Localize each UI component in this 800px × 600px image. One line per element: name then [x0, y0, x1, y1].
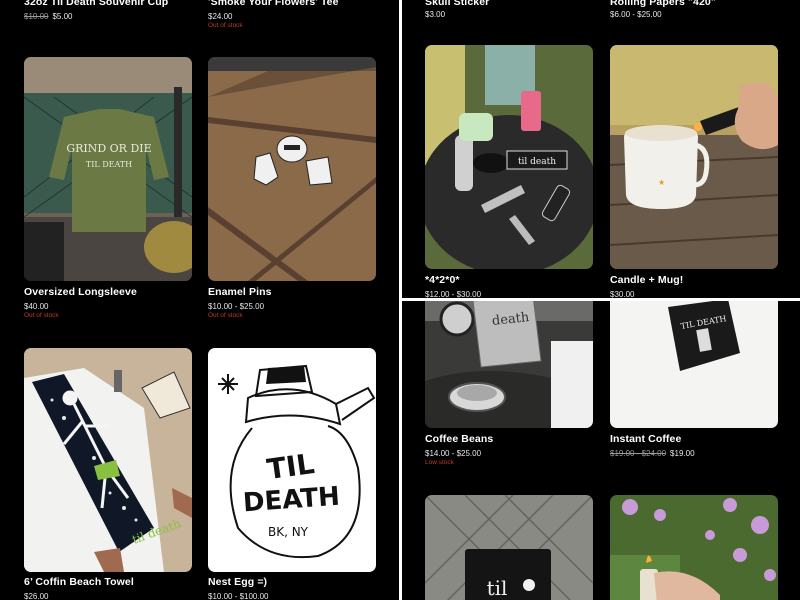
product-title[interactable]: 'Smoke Your Flowers' Tee: [208, 0, 339, 8]
bundle-print-text: til death: [518, 157, 556, 167]
product-image-longsleeve[interactable]: GRIND OR DIE TIL DEATH: [24, 57, 192, 281]
product-image-coffee-beans[interactable]: death: [425, 301, 593, 428]
product-price: $12.00 - $30.00: [425, 290, 482, 298]
product-image-coffee-can[interactable]: til: [425, 495, 593, 600]
product-image-instant-coffee[interactable]: TIL DEATH: [610, 301, 778, 428]
product-image-420-bundle[interactable]: til death: [425, 45, 593, 269]
svg-text:BK, NY: BK, NY: [268, 525, 309, 539]
product-price: $19.00 - $24.00 $19.00: [610, 449, 695, 458]
shop-grid-panel-left: 32oz Til Death Souvenir Cup $10.00 $5.00 …: [0, 0, 399, 600]
stock-status: Out of stock: [208, 312, 243, 319]
product-price: $10.00 $5.00: [24, 12, 73, 21]
product-price: $26.00: [24, 592, 49, 600]
svg-text:TIL DEATH: TIL DEATH: [86, 160, 132, 169]
product-title[interactable]: Coffee Beans: [425, 433, 493, 445]
shop-grid-panel-right-top: Skull Sticker $3.00 Rolling Papers "420"…: [402, 0, 800, 298]
compare-price: $19.00 - $24.00: [610, 449, 667, 458]
product-image-candle-mug[interactable]: ★: [610, 45, 778, 269]
product-title[interactable]: Skull Sticker: [425, 0, 489, 8]
product-image-enamel-pins[interactable]: [208, 57, 376, 281]
product-title[interactable]: *4*2*0*: [425, 274, 460, 286]
pot-print-text: TIL: [265, 447, 317, 486]
product-title[interactable]: Oversized Longsleeve: [24, 286, 137, 298]
product-price: $30.00: [610, 290, 635, 298]
stock-status: Out of stock: [24, 312, 59, 319]
stock-status: Low stock: [425, 459, 454, 466]
product-title[interactable]: Enamel Pins: [208, 286, 272, 298]
svg-text:★: ★: [658, 178, 665, 187]
shirt-print-text: GRIND OR DIE: [66, 142, 151, 155]
stock-status: Out of stock: [208, 22, 243, 29]
can-print-text: til: [487, 576, 508, 600]
product-price: $6.00 - $25.00: [610, 10, 662, 19]
product-price: $24.00: [208, 12, 233, 21]
shop-grid-panel-right-bottom: death Coffee Beans $14.00 - $25.00 Low s…: [402, 301, 800, 600]
product-title[interactable]: Rolling Papers "420": [610, 0, 716, 8]
product-price: $3.00: [425, 10, 446, 19]
product-price: $10.00 - $100.00: [208, 592, 269, 600]
product-image-lighter-flowers[interactable]: [610, 495, 778, 600]
product-title[interactable]: Candle + Mug!: [610, 274, 683, 286]
product-image-beach-towel[interactable]: til death: [24, 348, 192, 572]
product-title[interactable]: Nest Egg =): [208, 576, 267, 588]
product-title[interactable]: Instant Coffee: [610, 433, 681, 445]
product-title[interactable]: 6’ Coffin Beach Towel: [24, 576, 134, 588]
product-title[interactable]: 32oz Til Death Souvenir Cup: [24, 0, 168, 8]
product-price: $10.00 - $25.00: [208, 302, 265, 311]
product-price: $40.00: [24, 302, 49, 311]
compare-price: $10.00: [24, 12, 49, 21]
product-image-nest-egg[interactable]: TIL DEATH BK, NY: [208, 348, 376, 572]
product-price: $14.00 - $25.00: [425, 449, 482, 458]
